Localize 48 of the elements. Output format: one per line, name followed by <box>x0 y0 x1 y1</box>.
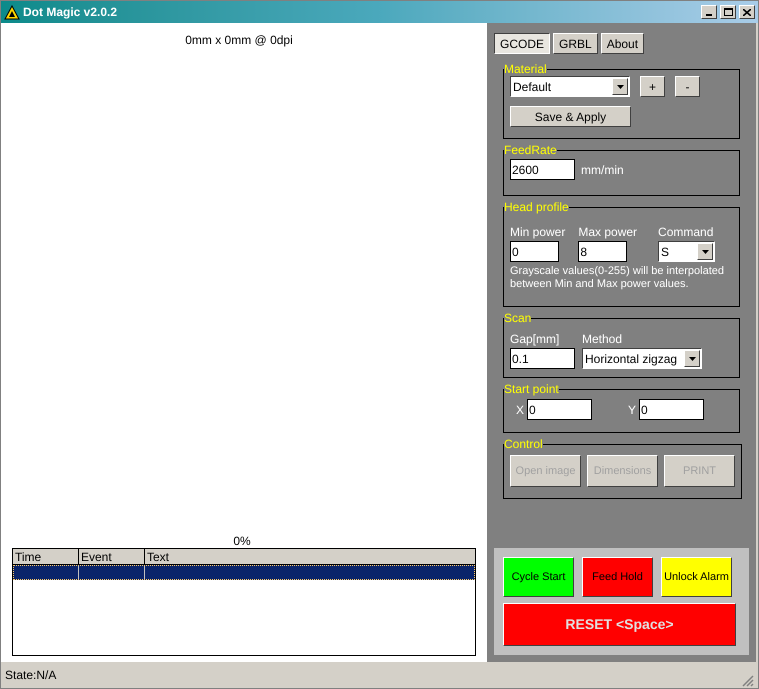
group-label: Head profile <box>504 201 569 213</box>
group-label: FeedRate <box>504 144 557 156</box>
field-label: Y <box>628 402 636 418</box>
warning-icon <box>4 4 20 20</box>
group-label: Material <box>504 63 547 75</box>
button[interactable]: - <box>675 76 700 97</box>
field-label: Method <box>582 331 624 348</box>
tab[interactable]: GRBL <box>553 33 598 54</box>
tab[interactable]: GCODE <box>494 33 550 54</box>
column-header[interactable]: Event <box>79 549 145 564</box>
note-text: Grayscale values(0-255) will be interpolated between Min and Max power values. <box>510 265 725 291</box>
group-label: Scan <box>504 312 532 324</box>
log-row[interactable] <box>13 565 475 580</box>
caret-icon <box>688 356 696 360</box>
machine-button[interactable]: Unlock Alarm <box>661 557 732 597</box>
field-label: Max power <box>578 224 638 241</box>
column-header[interactable]: Text <box>145 549 475 564</box>
input-field[interactable]: 8 <box>578 241 628 262</box>
save-apply-button[interactable]: Save & Apply <box>510 106 631 127</box>
input-field[interactable]: 0 <box>510 241 559 262</box>
field-label: mm/min <box>581 162 624 178</box>
column-header[interactable]: Time <box>13 549 79 564</box>
tab[interactable]: About <box>600 33 644 54</box>
group-label: Start point <box>504 383 559 395</box>
field-label: Command <box>658 224 714 241</box>
maximize-icon[interactable] <box>720 5 736 19</box>
caret-icon <box>616 84 624 88</box>
close-icon[interactable] <box>739 5 755 19</box>
canvas-caption: 0mm x 0mm @ 0dpi <box>185 32 293 49</box>
dropdown[interactable]: Default <box>510 76 630 97</box>
window-title: Dot Magic v2.0.2 <box>23 4 118 21</box>
group-label: Control <box>504 438 543 450</box>
input-field[interactable]: 0 <box>527 399 592 420</box>
feedrate-field[interactable]: 2600 <box>510 159 575 180</box>
machine-button[interactable]: Feed Hold <box>582 557 653 597</box>
caret-icon <box>702 250 709 254</box>
progress-text: 0% <box>233 535 251 548</box>
machine-button[interactable]: Cycle Start <box>503 557 574 597</box>
field-label: Min power <box>510 224 566 241</box>
input-field[interactable]: 0.1 <box>510 348 575 369</box>
input-field[interactable]: 0 <box>639 399 704 420</box>
dropdown[interactable]: S <box>658 241 716 262</box>
field-label: X <box>516 402 524 418</box>
field-label: Gap[mm] <box>510 331 560 348</box>
status-text: State:N/A <box>5 667 56 684</box>
minimize-icon[interactable] <box>701 5 717 19</box>
dropdown[interactable]: Horizontal zigzag <box>582 348 702 369</box>
button[interactable]: + <box>640 76 665 97</box>
